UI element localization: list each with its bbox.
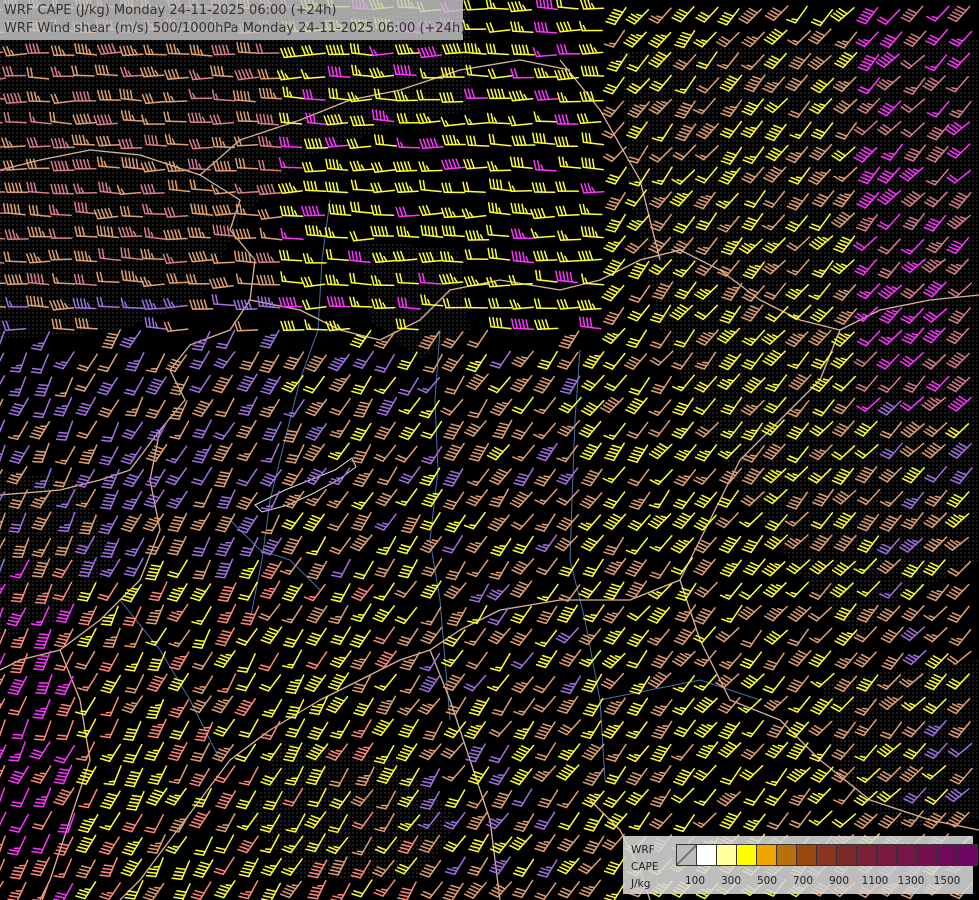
legend-tick: 700 <box>792 875 814 887</box>
legend-swatch <box>837 845 857 865</box>
legend-swatch <box>677 845 697 865</box>
cape-legend: WRF CAPE J/kg 100 300 500 700 900 1100 1300 150… <box>623 836 978 894</box>
legend-model-label: WRF <box>631 844 655 856</box>
legend-swatch <box>817 845 837 865</box>
legend-swatch <box>797 845 817 865</box>
legend-swatch <box>757 845 777 865</box>
legend-swatch <box>897 845 917 865</box>
legend-swatch <box>917 845 937 865</box>
map-title-box: WRF CAPE (J/kg) Monday 24-11-2025 06:00 … <box>0 0 466 40</box>
legend-swatch <box>717 845 737 865</box>
legend-quantity-label: CAPE <box>631 861 659 873</box>
legend-swatch <box>937 845 957 865</box>
wind-shear-title: WRF Wind shear (m/s) 500/1000hPa Monday … <box>4 21 466 36</box>
legend-swatch <box>857 845 877 865</box>
legend-tick: 300 <box>720 875 742 887</box>
legend-swatch <box>737 845 757 865</box>
legend-swatch <box>777 845 797 865</box>
legend-swatch <box>697 845 717 865</box>
legend-tick: 500 <box>756 875 778 887</box>
legend-tick: 1300 <box>897 875 925 887</box>
cape-title: WRF CAPE (J/kg) Monday 24-11-2025 06:00 … <box>4 3 337 18</box>
legend-swatch <box>957 845 977 865</box>
legend-tick: 900 <box>828 875 850 887</box>
legend-tick: 1100 <box>861 875 889 887</box>
legend-color-scale <box>676 844 978 866</box>
legend-tick: 100 <box>684 875 706 887</box>
legend-tick-labels: 100 300 500 700 900 1100 1300 1500 <box>676 875 976 889</box>
wind-shear-map <box>0 0 979 900</box>
legend-tick: 1500 <box>933 875 961 887</box>
legend-unit-label: J/kg <box>631 878 651 890</box>
legend-swatch <box>877 845 897 865</box>
